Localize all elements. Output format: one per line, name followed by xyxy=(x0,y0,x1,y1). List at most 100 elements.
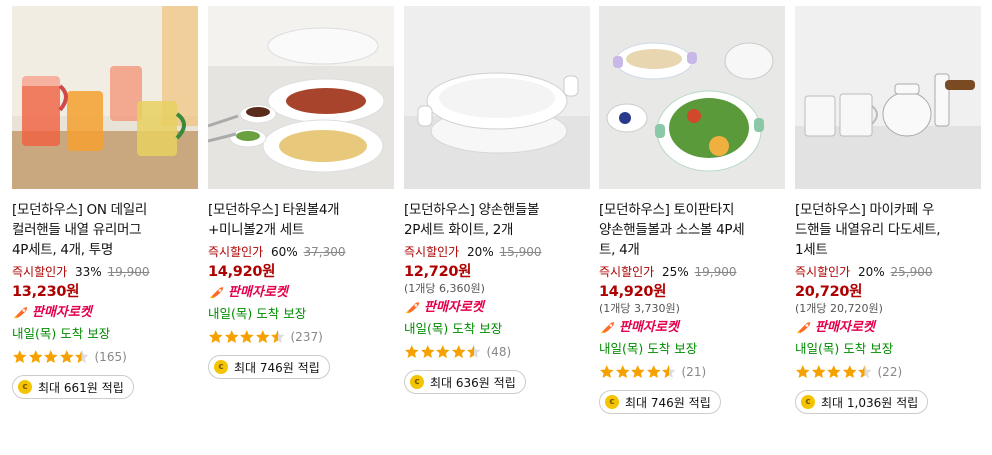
star-icon xyxy=(13,350,27,364)
star-icon xyxy=(646,365,660,379)
coin-icon: c xyxy=(18,380,32,394)
star-icon xyxy=(209,330,223,344)
product-card[interactable]: [모던하우스] ON 데일리 컬러핸들 내열 유리머그 4P세트, 4개, 투명… xyxy=(12,6,198,399)
product-title[interactable]: [모던하우스] 토이판타지 양손핸들볼과 소스볼 4P세 트, 4개 xyxy=(599,200,785,260)
sale-price: 12,720원 xyxy=(404,264,472,280)
reward-text: 최대 746원 적립 xyxy=(234,360,320,375)
discount-row: 즉시할인가 33% 19,900 xyxy=(12,265,198,280)
discount-percent: 25% xyxy=(662,265,689,279)
arrival-guarantee: 내일(목) 도착 보장 xyxy=(599,341,698,356)
sale-price: 20,720원 xyxy=(795,284,863,300)
star-icon xyxy=(662,365,676,379)
star-icon xyxy=(271,330,285,344)
star-rating xyxy=(599,364,677,380)
seller-rocket-badge: 판매자로켓 xyxy=(599,320,785,336)
glass-mugs-image[interactable] xyxy=(12,6,198,189)
star-rating xyxy=(795,364,873,380)
discount-percent: 20% xyxy=(858,265,885,279)
reward-badge[interactable]: c 최대 661원 적립 xyxy=(12,375,134,399)
arrival-guarantee: 내일(목) 도착 보장 xyxy=(404,321,503,336)
review-count[interactable]: (22) xyxy=(878,365,903,379)
reward-text: 최대 746원 적립 xyxy=(625,395,711,410)
coin-icon: c xyxy=(410,375,424,389)
product-title[interactable]: [모던하우스] 마이카페 우 드핸들 내열유리 다도세트, 1세트 xyxy=(795,200,981,260)
coin-icon: c xyxy=(214,360,228,374)
title-line: 트, 4개 xyxy=(599,242,640,258)
rocket-icon xyxy=(209,287,224,299)
rating: (48) xyxy=(404,344,590,360)
discount-percent: 20% xyxy=(467,245,494,259)
rocket-label: 판매자로켓 xyxy=(619,320,679,335)
sale-price: 14,920원 xyxy=(599,284,667,300)
rocket-label: 판매자로켓 xyxy=(424,300,484,315)
title-line: [모던하우스] ON 데일리 xyxy=(12,202,148,218)
sale-price: 13,230원 xyxy=(12,284,80,300)
rating: (237) xyxy=(208,329,394,345)
product-title[interactable]: [모던하우스] ON 데일리 컬러핸들 내열 유리머그 4P세트, 4개, 투명 xyxy=(12,200,198,260)
seller-rocket-badge: 판매자로켓 xyxy=(208,285,394,301)
star-rating xyxy=(404,344,482,360)
original-price: 15,900 xyxy=(499,245,542,259)
product-grid: [모던하우스] ON 데일리 컬러핸들 내열 유리머그 4P세트, 4개, 투명… xyxy=(0,0,992,455)
reward-text: 최대 636원 적립 xyxy=(430,375,516,390)
salad-bowls-image[interactable] xyxy=(599,6,785,189)
star-icon xyxy=(631,365,645,379)
discount-label: 즉시할인가 xyxy=(12,265,68,279)
discount-row: 즉시할인가 20% 15,900 xyxy=(404,245,590,260)
discount-label: 즉시할인가 xyxy=(795,265,851,279)
title-line: +미니볼2개 세트 xyxy=(208,222,305,238)
title-line: 2P세트 화이트, 2개 xyxy=(404,222,514,238)
star-icon xyxy=(858,365,872,379)
seller-rocket-badge: 판매자로켓 xyxy=(795,320,981,336)
rating: (22) xyxy=(795,364,981,380)
product-title[interactable]: [모던하우스] 타원볼4개 +미니볼2개 세트 xyxy=(208,200,394,240)
handle-bowls-image[interactable] xyxy=(404,6,590,189)
product-card[interactable]: [모던하우스] 마이카페 우 드핸들 내열유리 다도세트, 1세트 즉시할인가 … xyxy=(795,6,981,414)
reward-badge[interactable]: c 최대 746원 적립 xyxy=(208,355,330,379)
title-line: [모던하우스] 마이카페 우 xyxy=(795,202,935,218)
product-title[interactable]: [모던하우스] 양손핸들볼 2P세트 화이트, 2개 xyxy=(404,200,590,240)
star-icon xyxy=(75,350,89,364)
sale-price: 14,920원 xyxy=(208,264,276,280)
reward-badge[interactable]: c 최대 1,036원 적립 xyxy=(795,390,929,414)
unit-price: (1개당 6,360원) xyxy=(404,282,485,295)
title-line: 1세트 xyxy=(795,242,828,258)
reward-text: 최대 661원 적립 xyxy=(38,380,124,395)
title-line: 양손핸들볼과 소스볼 4P세 xyxy=(599,222,745,238)
arrival-guarantee: 내일(목) 도착 보장 xyxy=(208,306,307,321)
rocket-label: 판매자로켓 xyxy=(228,285,288,300)
star-icon xyxy=(451,345,465,359)
star-icon xyxy=(255,330,269,344)
product-card[interactable]: [모던하우스] 양손핸들볼 2P세트 화이트, 2개 즉시할인가 20% 15,… xyxy=(404,6,590,394)
rocket-icon xyxy=(600,322,615,334)
original-price: 19,900 xyxy=(694,265,737,279)
rocket-label: 판매자로켓 xyxy=(815,320,875,335)
arrival-guarantee: 내일(목) 도착 보장 xyxy=(795,341,894,356)
star-rating xyxy=(208,329,286,345)
reward-badge[interactable]: c 최대 636원 적립 xyxy=(404,370,526,394)
discount-row: 즉시할인가 60% 37,300 xyxy=(208,245,394,260)
review-count[interactable]: (165) xyxy=(95,350,127,364)
discount-row: 즉시할인가 25% 19,900 xyxy=(599,265,785,280)
review-count[interactable]: (48) xyxy=(487,345,512,359)
star-icon xyxy=(405,345,419,359)
rating: (21) xyxy=(599,364,785,380)
review-count[interactable]: (237) xyxy=(291,330,323,344)
star-icon xyxy=(796,365,810,379)
title-line: [모던하우스] 양손핸들볼 xyxy=(404,202,540,218)
rocket-label: 판매자로켓 xyxy=(32,305,92,320)
reward-badge[interactable]: c 최대 746원 적립 xyxy=(599,390,721,414)
coin-icon: c xyxy=(801,395,815,409)
star-icon xyxy=(467,345,481,359)
oval-bowls-image[interactable] xyxy=(208,6,394,189)
tea-set-image[interactable] xyxy=(795,6,981,189)
rocket-icon xyxy=(13,307,28,319)
unit-price: (1개당 3,730원) xyxy=(599,302,680,315)
product-card[interactable]: [모던하우스] 토이판타지 양손핸들볼과 소스볼 4P세 트, 4개 즉시할인가… xyxy=(599,6,785,414)
seller-rocket-badge: 판매자로켓 xyxy=(12,305,198,321)
review-count[interactable]: (21) xyxy=(682,365,707,379)
star-icon xyxy=(842,365,856,379)
product-card[interactable]: [모던하우스] 타원볼4개 +미니볼2개 세트 즉시할인가 60% 37,300… xyxy=(208,6,394,379)
discount-percent: 33% xyxy=(75,265,102,279)
star-icon xyxy=(44,350,58,364)
